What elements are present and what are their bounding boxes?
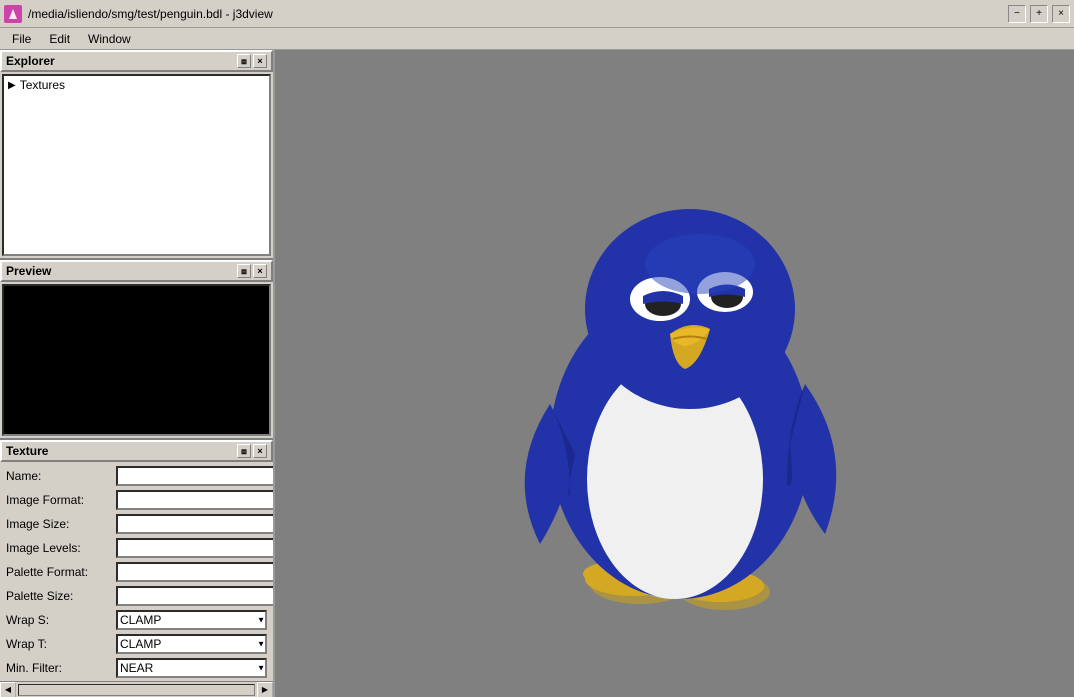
- explorer-content[interactable]: ▶ Textures: [2, 74, 271, 256]
- field-label-palette-size: Palette Size:: [6, 589, 116, 603]
- titlebar-title: /media/isliendo/smg/test/penguin.bdl - j…: [28, 7, 273, 21]
- scrollbar-left-button[interactable]: ◀: [0, 682, 16, 697]
- texture-title: Texture: [6, 444, 48, 458]
- field-label-palette-format: Palette Format:: [6, 565, 116, 579]
- tree-label-textures: Textures: [20, 78, 65, 92]
- maximize-icon: +: [1036, 8, 1042, 19]
- menu-file[interactable]: File: [4, 30, 39, 48]
- preview-panel: Preview ⧈ ×: [0, 260, 273, 440]
- field-select-wrap-t[interactable]: CLAMP REPEAT MIRROR: [116, 634, 267, 654]
- texture-content: Name: Image Format: Image Size: Image Le…: [0, 462, 273, 681]
- main: Explorer ⧈ × ▶ Textures Preview ⧈ ×: [0, 50, 1074, 697]
- field-label-image-levels: Image Levels:: [6, 541, 116, 555]
- viewport[interactable]: [275, 50, 1074, 697]
- tree-arrow-textures: ▶: [8, 80, 16, 91]
- titlebar-controls: − + ×: [1008, 5, 1070, 23]
- field-input-image-size[interactable]: [116, 514, 273, 534]
- field-label-wrap-s: Wrap S:: [6, 613, 116, 627]
- explorer-float-button[interactable]: ⧈: [237, 54, 251, 68]
- field-row-wrap-t: Wrap T: CLAMP REPEAT MIRROR ▼: [2, 634, 271, 654]
- texture-scrollbar: ◀ ▶: [0, 681, 273, 697]
- field-label-image-size: Image Size:: [6, 517, 116, 531]
- close-icon: ×: [1058, 8, 1064, 19]
- preview-float-button[interactable]: ⧈: [237, 264, 251, 278]
- explorer-close-button[interactable]: ×: [253, 54, 267, 68]
- preview-header-controls: ⧈ ×: [237, 264, 267, 278]
- menubar: File Edit Window: [0, 28, 1074, 50]
- penguin-area: [275, 50, 1074, 697]
- field-label-wrap-t: Wrap T:: [6, 637, 116, 651]
- titlebar-left: /media/isliendo/smg/test/penguin.bdl - j…: [4, 5, 273, 23]
- field-row-min-filter: Min. Filter: NEAR LINEAR ▼: [2, 658, 271, 678]
- texture-close-button[interactable]: ×: [253, 444, 267, 458]
- field-input-image-format[interactable]: [116, 490, 273, 510]
- field-input-palette-format[interactable]: [116, 562, 273, 582]
- wrap-s-wrapper: CLAMP REPEAT MIRROR ▼: [116, 610, 267, 630]
- explorer-header-controls: ⧈ ×: [237, 54, 267, 68]
- field-row-palette-format: Palette Format:: [2, 562, 271, 582]
- field-row-palette-size: Palette Size:: [2, 586, 271, 606]
- field-input-image-levels[interactable]: [116, 538, 273, 558]
- field-input-name[interactable]: [116, 466, 273, 486]
- scrollbar-track[interactable]: [18, 684, 255, 696]
- preview-title: Preview: [6, 264, 51, 278]
- texture-panel: Texture ⧈ × Name: Image Format:: [0, 440, 273, 697]
- wrap-t-wrapper: CLAMP REPEAT MIRROR ▼: [116, 634, 267, 654]
- field-row-image-format: Image Format:: [2, 490, 271, 510]
- field-select-wrap-s[interactable]: CLAMP REPEAT MIRROR: [116, 610, 267, 630]
- explorer-header: Explorer ⧈ ×: [0, 50, 273, 72]
- field-row-image-levels: Image Levels:: [2, 538, 271, 558]
- field-label-image-format: Image Format:: [6, 493, 116, 507]
- app-icon: [4, 5, 22, 23]
- maximize-button[interactable]: +: [1030, 5, 1048, 23]
- texture-header: Texture ⧈ ×: [0, 440, 273, 462]
- preview-close-button[interactable]: ×: [253, 264, 267, 278]
- field-row-wrap-s: Wrap S: CLAMP REPEAT MIRROR ▼: [2, 610, 271, 630]
- tree-item-textures[interactable]: ▶ Textures: [4, 76, 269, 94]
- menu-edit[interactable]: Edit: [41, 30, 78, 48]
- texture-header-controls: ⧈ ×: [237, 444, 267, 458]
- minimize-icon: −: [1014, 8, 1020, 19]
- menu-window[interactable]: Window: [80, 30, 139, 48]
- minimize-button[interactable]: −: [1008, 5, 1026, 23]
- field-row-image-size: Image Size:: [2, 514, 271, 534]
- preview-header: Preview ⧈ ×: [0, 260, 273, 282]
- left-panel: Explorer ⧈ × ▶ Textures Preview ⧈ ×: [0, 50, 275, 697]
- field-select-min-filter[interactable]: NEAR LINEAR: [116, 658, 267, 678]
- explorer-panel: Explorer ⧈ × ▶ Textures: [0, 50, 273, 260]
- field-input-palette-size[interactable]: [116, 586, 273, 606]
- field-label-min-filter: Min. Filter:: [6, 661, 116, 675]
- preview-content: [2, 284, 271, 436]
- scrollbar-right-button[interactable]: ▶: [257, 682, 273, 697]
- explorer-title: Explorer: [6, 54, 55, 68]
- field-row-name: Name:: [2, 466, 271, 486]
- penguin-model: [485, 124, 865, 624]
- field-label-name: Name:: [6, 469, 116, 483]
- min-filter-wrapper: NEAR LINEAR ▼: [116, 658, 267, 678]
- texture-float-button[interactable]: ⧈: [237, 444, 251, 458]
- close-button[interactable]: ×: [1052, 5, 1070, 23]
- titlebar: /media/isliendo/smg/test/penguin.bdl - j…: [0, 0, 1074, 28]
